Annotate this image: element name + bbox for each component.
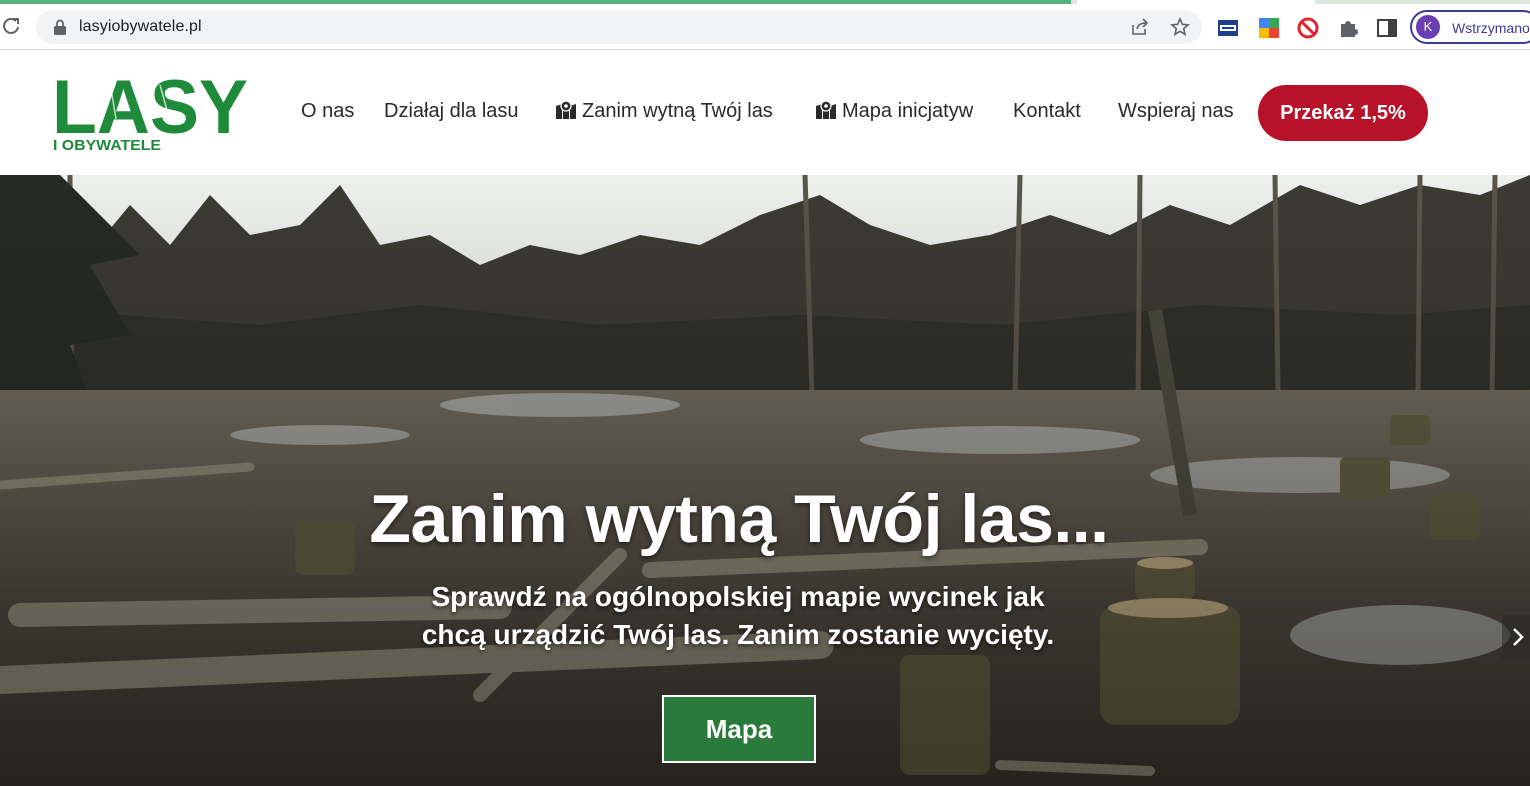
- hero-subtitle-line: Sprawdź na ogólnopolskiej mapie wycinek …: [431, 581, 1045, 612]
- nav-label: Działaj dla lasu: [384, 100, 519, 122]
- nav-label: Kontakt: [1013, 100, 1081, 122]
- address-bar[interactable]: lasyiobywatele.pl: [36, 10, 1202, 44]
- site-logo[interactable]: LASY I OBYWATELE: [50, 71, 250, 153]
- side-panel-icon[interactable]: [1376, 17, 1398, 39]
- nav-wspieraj-nas[interactable]: Wspieraj nas: [1118, 100, 1234, 123]
- hero-subtitle: Sprawdź na ogólnopolskiej mapie wycinek …: [0, 578, 1476, 654]
- hero-subtitle-line: chcą urządzić Twój las. Zanim zostanie w…: [421, 619, 1055, 650]
- map-marker-icon: [816, 100, 836, 119]
- reload-icon[interactable]: [0, 15, 22, 37]
- nav-mapa-inicjatyw[interactable]: Mapa inicjatyw: [815, 100, 973, 123]
- profile-button[interactable]: K Wstrzymano: [1410, 10, 1530, 44]
- svg-text:I OBYWATELE: I OBYWATELE: [53, 137, 161, 153]
- kir-extension-icon[interactable]: [1217, 17, 1239, 39]
- nav-o-nas[interactable]: O nas: [301, 100, 354, 123]
- profile-status: Wstrzymano: [1452, 20, 1530, 36]
- chevron-right-icon: [1513, 628, 1524, 646]
- nav-label: O nas: [301, 100, 355, 122]
- map-marker-icon: [556, 100, 576, 119]
- hero-title: Zanim wytną Twój las...: [369, 481, 1109, 557]
- url-text[interactable]: lasyiobywatele.pl: [79, 18, 202, 36]
- nav-dzialaj-dla-lasu[interactable]: Działaj dla lasu: [384, 100, 519, 123]
- nav-label: Wspieraj nas: [1118, 100, 1234, 122]
- hero-banner: Zanim wytną Twój las... Sprawdź na ogóln…: [0, 175, 1530, 786]
- map-button[interactable]: Mapa: [662, 695, 816, 763]
- nav-label: Mapa inicjatyw: [842, 100, 974, 122]
- nav-label: Zanim wytną Twój las: [582, 100, 773, 122]
- share-icon[interactable]: [1130, 17, 1150, 37]
- site-header: LASY I OBYWATELE O nas Działaj dla lasu …: [0, 51, 1530, 175]
- donate-button[interactable]: Przekaż 1,5%: [1258, 85, 1428, 141]
- nav-zanim-wytna-twoj-las[interactable]: Zanim wytną Twój las: [555, 100, 773, 123]
- browser-toolbar: lasyiobywatele.pl K Wstrzymano: [0, 4, 1530, 50]
- block-extension-icon[interactable]: [1297, 17, 1319, 39]
- extensions-puzzle-icon[interactable]: [1337, 17, 1359, 39]
- bookmark-star-icon[interactable]: [1170, 17, 1190, 37]
- slider-next-button[interactable]: [1502, 615, 1530, 659]
- nav-kontakt[interactable]: Kontakt: [1013, 100, 1081, 123]
- lock-icon[interactable]: [53, 19, 67, 35]
- profile-avatar: K: [1416, 15, 1440, 39]
- translate-extension-icon[interactable]: [1258, 17, 1280, 39]
